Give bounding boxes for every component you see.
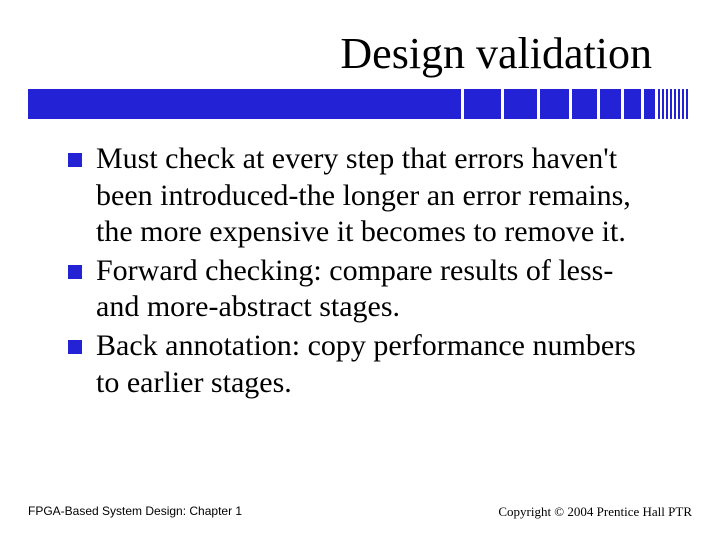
bar-segment	[644, 89, 658, 119]
bullet-text: Must check at every step that errors hav…	[96, 141, 660, 251]
footer-left: FPGA-Based System Design: Chapter 1	[28, 504, 242, 520]
bar-segment	[572, 89, 600, 119]
decorative-bar	[28, 89, 688, 119]
content-area: Must check at every step that errors hav…	[40, 141, 680, 401]
bar-segment	[464, 89, 504, 119]
footer-right: Copyright © 2004 Prentice Hall PTR	[498, 504, 692, 520]
bar-segment	[540, 89, 572, 119]
square-bullet-icon	[68, 153, 82, 167]
bar-segment	[600, 89, 624, 119]
bullet-text: Forward checking: compare results of les…	[96, 253, 660, 326]
list-item: Must check at every step that errors hav…	[68, 141, 660, 251]
bar-segment	[504, 89, 540, 119]
square-bullet-icon	[68, 265, 82, 279]
bar-segment	[420, 89, 464, 119]
bar-solid-segment	[28, 89, 420, 119]
bar-stripes	[658, 89, 688, 119]
list-item: Forward checking: compare results of les…	[68, 253, 660, 326]
slide: Design validation Must check at every st…	[0, 0, 720, 540]
square-bullet-icon	[68, 340, 82, 354]
bar-segment	[624, 89, 644, 119]
bullet-text: Back annotation: copy performance number…	[96, 328, 660, 401]
footer: FPGA-Based System Design: Chapter 1 Copy…	[28, 504, 692, 520]
slide-title: Design validation	[40, 28, 680, 79]
list-item: Back annotation: copy performance number…	[68, 328, 660, 401]
